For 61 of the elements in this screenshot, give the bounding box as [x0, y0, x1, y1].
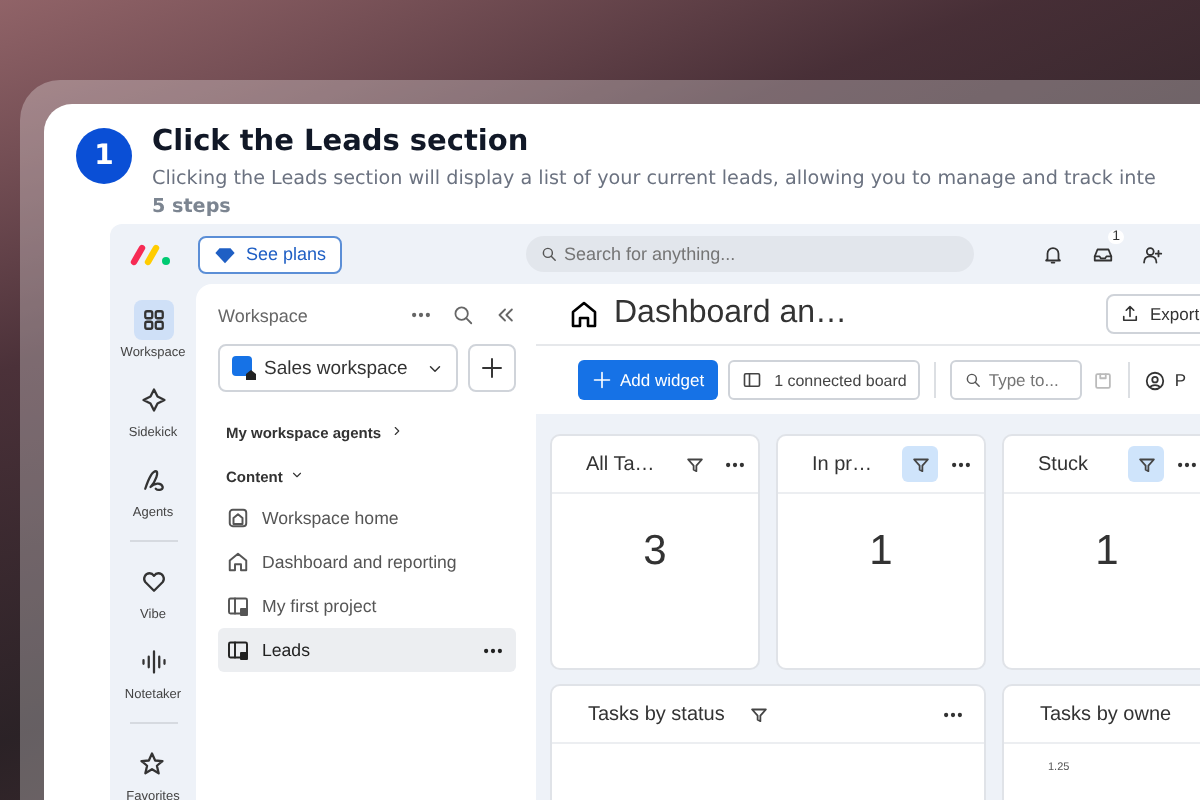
export-button[interactable]: Export [1106, 294, 1200, 335]
panel-icon [742, 370, 763, 391]
counter-value: 3 [641, 525, 669, 577]
widget-title: In pr… [812, 453, 875, 475]
sidebar-item[interactable]: My first project [218, 584, 516, 628]
waveform-icon [139, 648, 167, 676]
filter-icon [1135, 453, 1157, 475]
filter-button[interactable] [1128, 446, 1164, 482]
widget-title: Stuck [1038, 453, 1091, 475]
person-filter-button[interactable]: P [1144, 369, 1187, 392]
search-field[interactable]: Search for anything... [526, 236, 975, 272]
widget-title: Tasks by status [588, 703, 725, 725]
heart-icon [139, 568, 167, 596]
chevron-right-icon [389, 424, 404, 438]
add-person-icon [1142, 243, 1165, 265]
step-number: 1 [76, 128, 132, 184]
sidebar-item[interactable]: Leads [218, 628, 516, 672]
filter-button[interactable] [902, 446, 938, 482]
agent-icon [139, 466, 167, 494]
search-icon [452, 304, 474, 326]
house-icon [568, 298, 600, 331]
widget-title: Tasks by owne [1040, 703, 1172, 725]
filter-icon [683, 453, 705, 475]
sidebar-title: Workspace [218, 305, 310, 325]
add-button[interactable] [468, 344, 516, 392]
home-icon [226, 506, 250, 530]
plus-icon [592, 370, 612, 391]
add-widget-button[interactable]: Add widget [578, 360, 719, 401]
search-icon [540, 245, 559, 263]
sidebar-item[interactable]: Dashboard and reporting [218, 540, 516, 584]
save-icon [1092, 369, 1115, 392]
counter-value: 1 [1093, 525, 1121, 577]
connected-board-button[interactable]: 1 connected board [728, 360, 921, 401]
counter-value: 1 [867, 525, 895, 577]
diamond-icon [214, 243, 236, 265]
step-title: Click the Leads section [152, 126, 531, 158]
widget-title: All Ta… [586, 453, 657, 475]
sparkle-icon [139, 386, 167, 414]
chevron-down-icon [290, 468, 305, 482]
step-count: 5 steps [152, 196, 233, 218]
upload-icon [1120, 304, 1140, 325]
widget-search-field[interactable]: Type to... [950, 360, 1083, 401]
board-icon [226, 594, 250, 618]
workspace-icon [232, 356, 256, 380]
board-icon [226, 638, 250, 662]
dashboard-title: Dashboard an… [614, 296, 850, 333]
see-plans-button[interactable]: See plans [198, 235, 343, 273]
step-description: Clicking the Leads section will display a list of your current leads, allowing you to manage and track inte [152, 168, 1156, 190]
filter-icon [747, 703, 770, 725]
plus-icon [480, 356, 504, 380]
star-icon [138, 750, 167, 778]
sidebar-item[interactable]: Workspace home [218, 496, 516, 540]
house-icon [226, 550, 250, 574]
filter-icon [909, 453, 931, 475]
collapse-icon [494, 304, 516, 326]
workspace-dropdown[interactable]: Sales workspace [218, 344, 458, 392]
grid-icon [139, 306, 167, 334]
inbox-icon [1092, 243, 1115, 265]
person-icon [1144, 369, 1167, 392]
logo-icon [130, 242, 174, 266]
search-icon [964, 371, 983, 390]
